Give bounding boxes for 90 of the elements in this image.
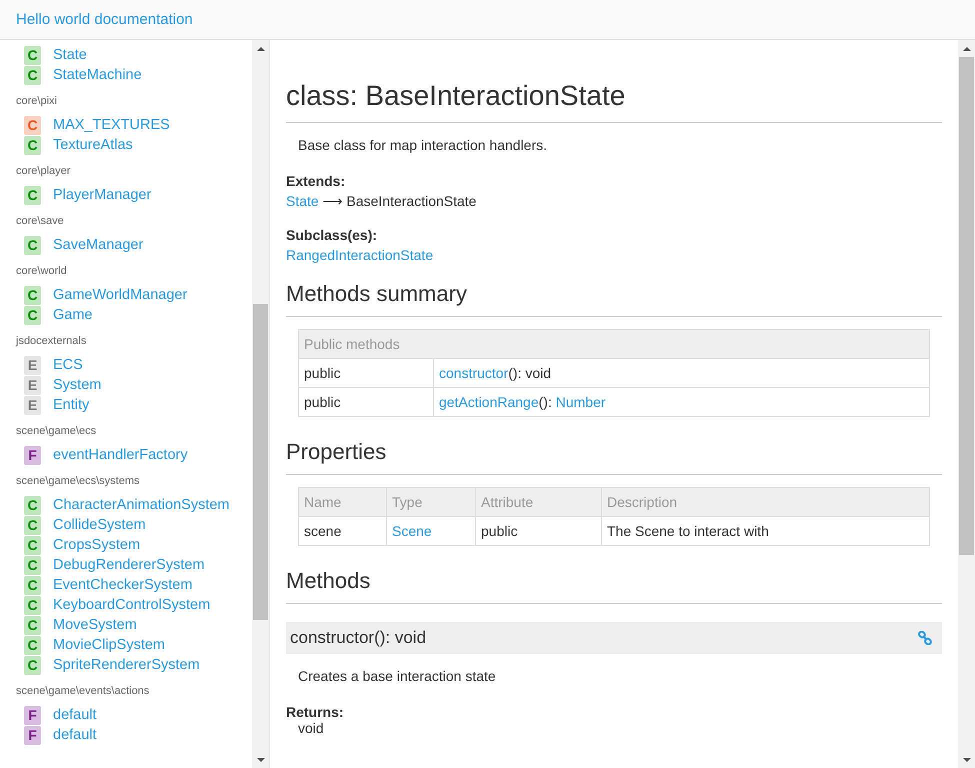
class-badge: C — [24, 556, 41, 574]
parent-class-link[interactable]: State — [286, 193, 319, 209]
section-heading: Methods summary — [286, 281, 942, 317]
class-badge: C — [24, 306, 41, 324]
external-badge: E — [24, 396, 41, 414]
table-cell: public — [476, 516, 602, 546]
sidebar-link[interactable]: default — [53, 727, 97, 743]
section-heading: Properties — [286, 439, 942, 475]
group-heading: core\pixi — [16, 95, 58, 107]
sidebar-link[interactable]: CropsSystem — [53, 537, 140, 553]
returns-label: Returns: — [286, 704, 345, 720]
sidebar-link[interactable]: DebugRendererSystem — [53, 557, 205, 573]
subclass-link[interactable]: RangedInteractionState — [286, 247, 434, 263]
column-header: Type — [386, 488, 476, 516]
sidebar-link[interactable]: MovieClipSystem — [53, 637, 165, 653]
section-heading: Methods — [286, 568, 942, 604]
class-badge: C — [24, 536, 41, 554]
table-cell: The Scene to interact with — [602, 516, 930, 546]
site-title-link[interactable]: Hello world documentation — [16, 11, 193, 28]
sidebar-link[interactable]: System — [53, 377, 102, 393]
method-description: Creates a base interaction state — [298, 668, 497, 684]
group-heading: core\world — [16, 265, 68, 277]
sidebar-link[interactable]: MAX_TEXTURES — [53, 117, 170, 133]
group-heading: scene\game\ecs — [16, 425, 98, 437]
table-heading: Public methods — [298, 330, 930, 358]
class-badge: C — [24, 136, 41, 154]
scrollbar-thumb[interactable] — [253, 304, 268, 620]
class-badge: C — [24, 516, 41, 534]
return-type: void — [298, 720, 325, 736]
sidebar-link[interactable]: ECS — [53, 357, 83, 373]
page-title: class: BaseInteractionState — [286, 80, 942, 123]
sidebar-link[interactable]: default — [53, 707, 97, 723]
table-cell: scene — [298, 516, 386, 546]
external-badge: E — [24, 356, 41, 374]
group-heading: core\save — [16, 215, 65, 227]
function-badge: F — [24, 706, 41, 724]
table-cell: public — [298, 388, 434, 416]
content-scrollbar[interactable] — [958, 40, 975, 768]
sidebar-link[interactable]: CollideSystem — [53, 517, 146, 533]
class-description: Base class for map interaction handlers. — [298, 137, 548, 153]
sidebar-scrollbar[interactable] — [252, 40, 269, 768]
class-badge: C — [24, 636, 41, 654]
group-heading: jsdocexternals — [16, 335, 88, 347]
sidebar-link[interactable]: MoveSystem — [53, 617, 137, 633]
external-badge: E — [24, 376, 41, 394]
sidebar-link[interactable]: GameWorldManager — [53, 287, 188, 303]
column-header: Name — [298, 488, 386, 516]
scrollbar-thumb[interactable] — [959, 57, 974, 555]
subclasses-label: Subclass(es): — [286, 227, 378, 243]
type-link[interactable]: Scene — [392, 523, 432, 539]
class-badge: C — [24, 46, 41, 64]
class-badge: C — [24, 656, 41, 674]
class-badge: C — [24, 66, 41, 84]
sidebar-link[interactable]: eventHandlerFactory — [53, 447, 188, 463]
group-heading: core\player — [16, 165, 72, 177]
sidebar-link[interactable]: SpriteRendererSystem — [53, 657, 200, 673]
function-badge: F — [24, 726, 41, 744]
class-badge: C — [24, 596, 41, 614]
group-heading: scene\game\events\actions — [16, 685, 150, 697]
class-badge: C — [24, 236, 41, 254]
sidebar-link[interactable]: State — [53, 47, 87, 63]
sidebar-link[interactable]: SaveManager — [53, 237, 144, 253]
group-heading: scene\game\ecs\systems — [16, 475, 140, 487]
link-icon[interactable] — [918, 631, 932, 645]
class-badge: C — [24, 576, 41, 594]
class-badge: C — [24, 186, 41, 204]
method-signature: constructor(): void — [290, 628, 426, 648]
sidebar-link[interactable]: EventCheckerSystem — [53, 577, 192, 593]
column-header: Description — [602, 488, 930, 516]
sidebar-link[interactable]: CharacterAnimationSystem — [53, 497, 230, 513]
class-badge: C — [24, 496, 41, 514]
class-badge: C — [24, 286, 41, 304]
sidebar-link[interactable]: KeyboardControlSystem — [53, 597, 210, 613]
method-signature-cell: constructor(): void — [434, 358, 930, 388]
method-link[interactable]: constructor — [439, 365, 508, 381]
sidebar-link[interactable]: Game — [53, 307, 92, 323]
constant-badge: C — [24, 116, 41, 134]
method-link[interactable]: Number — [556, 394, 606, 410]
inheritance-text: ⟶ BaseInteractionState — [322, 193, 476, 209]
function-badge: F — [24, 446, 41, 464]
column-header: Attribute — [476, 488, 602, 516]
extends-label: Extends: — [286, 173, 346, 189]
method-link[interactable]: getActionRange — [439, 394, 539, 410]
sidebar-link[interactable]: PlayerManager — [53, 187, 152, 203]
sidebar-link[interactable]: Entity — [53, 397, 90, 413]
class-badge: C — [24, 616, 41, 634]
sidebar-link[interactable]: StateMachine — [53, 67, 142, 83]
method-signature-cell: getActionRange(): Number — [434, 388, 930, 416]
sidebar-link[interactable]: TextureAtlas — [53, 137, 133, 153]
table-cell: public — [298, 358, 434, 388]
